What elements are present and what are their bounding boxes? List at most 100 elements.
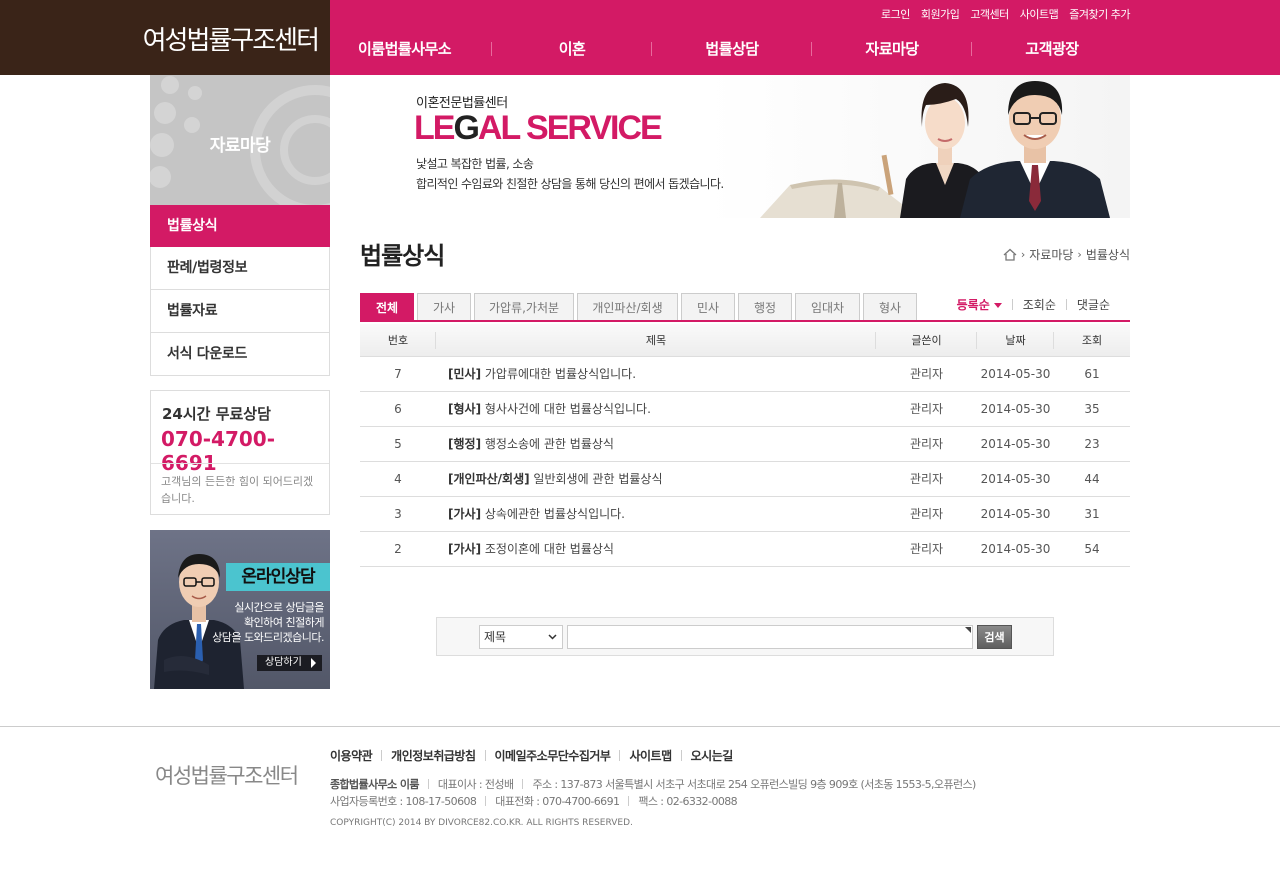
- cell-views: 61: [1084, 367, 1100, 381]
- sort-by-views[interactable]: 조회순: [1013, 296, 1066, 313]
- sidebar-item-legal-knowledge[interactable]: 법률상식: [150, 205, 330, 247]
- banner-title: LEGAL SERVICE: [414, 109, 663, 147]
- cell-date: 2014-05-30: [980, 472, 1051, 486]
- online-consult-banner[interactable]: 온라인상담 실시간으로 상담글을 확인하여 친절하게 상담을 도와드리겠습니다.…: [150, 530, 330, 689]
- search-button[interactable]: 검색: [977, 625, 1012, 649]
- cell-author: 관리자: [909, 507, 944, 521]
- nav-item-customer-plaza[interactable]: 고객광장: [972, 38, 1132, 59]
- footer-link-terms[interactable]: 이용약관: [330, 747, 381, 764]
- sort-by-comments[interactable]: 댓글순: [1067, 296, 1120, 313]
- online-consult-title: 온라인상담: [226, 563, 330, 591]
- open-book-icon: [760, 154, 920, 218]
- tab-category-2[interactable]: 가압류,가처분: [474, 293, 574, 322]
- cell-no: 3: [394, 507, 402, 521]
- post-title: 일반회생에 관한 법률상식: [533, 472, 663, 486]
- tab-category-1[interactable]: 가사: [417, 293, 471, 322]
- cell-no: 6: [394, 402, 402, 416]
- sidebar-menu: 법률상식 판례/법령정보 법률자료 서식 다운로드: [150, 205, 330, 376]
- sidebar-item-legal-materials[interactable]: 법률자료: [150, 290, 330, 333]
- sidebar-title-panel: 자료마당: [150, 75, 330, 205]
- post-category: [가사]: [448, 507, 482, 521]
- tab-category-0[interactable]: 전체: [360, 293, 414, 322]
- post-category: [가사]: [448, 542, 482, 556]
- cell-date: 2014-05-30: [980, 402, 1051, 416]
- consult-title: 24시간 무료상담: [162, 405, 271, 423]
- post-title-link[interactable]: [개인파산/회생] 일반회생에 관한 법률상식: [436, 462, 876, 496]
- sidebar-item-precedents[interactable]: 판례/법령정보: [150, 247, 330, 290]
- sort-by-date[interactable]: 등록순: [947, 296, 1012, 313]
- col-header-no: 번호: [360, 324, 436, 356]
- banner-desc-1: 낯설고 복잡한 법률, 소송: [416, 157, 534, 171]
- online-consult-desc: 실시간으로 상담글을 확인하여 친절하게 상담을 도와드리겠습니다.: [212, 601, 324, 644]
- nav-item-eroom[interactable]: 이룸법률사무소: [330, 38, 492, 59]
- footer-link-privacy[interactable]: 개인정보취급방침: [382, 747, 484, 764]
- banner-desc-2: 합리적인 수임료와 친절한 상담을 통해 당신의 편에서 돕겠습니다.: [416, 177, 724, 191]
- cell-author: 관리자: [909, 472, 944, 486]
- chevron-down-icon: [548, 634, 557, 640]
- footer-ceo: 대표이사 : 전성배: [437, 778, 514, 791]
- chevron-right-icon: ›: [1020, 248, 1026, 261]
- post-category: [형사]: [448, 402, 482, 416]
- tab-category-4[interactable]: 민사: [681, 293, 735, 322]
- cell-views: 23: [1084, 437, 1100, 451]
- tab-category-7[interactable]: 형사: [863, 293, 917, 322]
- customer-center-link[interactable]: 고객센터: [970, 6, 1009, 22]
- footer-info-line-1: 종합법률사무소 이룸 대표이사 : 전성배 주소 : 137-873 서울특별시…: [330, 776, 976, 792]
- utility-links: 로그인 회원가입 고객센터 사이트맵 즐겨찾기 추가: [881, 6, 1131, 22]
- cell-no: 5: [394, 437, 402, 451]
- arrow-right-icon: [311, 658, 316, 668]
- post-title: 조정이혼에 대한 법률상식: [484, 542, 614, 556]
- post-title-link[interactable]: [가사] 조정이혼에 대한 법률상식: [436, 532, 876, 566]
- tab-category-3[interactable]: 개인파산/회생: [577, 293, 678, 322]
- tab-category-5[interactable]: 행정: [738, 293, 792, 322]
- login-link[interactable]: 로그인: [881, 6, 910, 22]
- signup-link[interactable]: 회원가입: [921, 6, 960, 22]
- consult-desc: 고객님의 든든한 힘이 되어드리겠습니다.: [161, 475, 314, 505]
- footer-links: 이용약관 개인정보취급방침 이메일주소무단수집거부 사이트맵 오시는길: [330, 747, 742, 764]
- post-title-link[interactable]: [행정] 행정소송에 관한 법률상식: [436, 427, 876, 461]
- online-consult-button[interactable]: 상담하기: [257, 655, 322, 671]
- header-logo-area: 여성법률구조센터: [0, 0, 330, 75]
- cell-no: 7: [394, 367, 402, 381]
- sidebar-item-form-download[interactable]: 서식 다운로드: [150, 333, 330, 376]
- table-body: 7 [민사] 가압류에대한 법률상식입니다. 관리자 2014-05-30 61 6 [형사…: [360, 357, 1130, 567]
- footer-link-sitemap[interactable]: 사이트맵: [620, 747, 680, 764]
- footer-link-email-refusal[interactable]: 이메일주소무단수집거부: [486, 747, 620, 764]
- search-field-select[interactable]: 제목: [479, 625, 563, 649]
- col-header-subject: 제목: [436, 324, 876, 356]
- chevron-right-icon: ›: [1077, 248, 1082, 261]
- table-row: 3 [가사] 상속에관한 법률상식입니다. 관리자 2014-05-30 31: [360, 497, 1130, 532]
- cell-date: 2014-05-30: [980, 507, 1051, 521]
- post-title: 형사사건에 대한 법률상식입니다.: [484, 402, 651, 416]
- cell-views: 31: [1084, 507, 1100, 521]
- breadcrumb-item-resources[interactable]: 자료마당: [1029, 246, 1073, 263]
- table-row: 5 [행정] 행정소송에 관한 법률상식 관리자 2014-05-30 23: [360, 427, 1130, 462]
- table-row: 7 [민사] 가압류에대한 법률상식입니다. 관리자 2014-05-30 61: [360, 357, 1130, 392]
- cell-views: 54: [1084, 542, 1100, 556]
- nav-item-divorce[interactable]: 이혼: [492, 38, 652, 59]
- col-header-date: 날짜: [977, 324, 1054, 356]
- cell-date: 2014-05-30: [980, 367, 1051, 381]
- table-row: 6 [형사] 형사사건에 대한 법률상식입니다. 관리자 2014-05-30 35: [360, 392, 1130, 427]
- col-header-views: 조회: [1081, 334, 1103, 347]
- footer-link-directions[interactable]: 오시는길: [682, 747, 742, 764]
- breadcrumb-item-current[interactable]: 법률상식: [1086, 246, 1130, 263]
- tab-category-6[interactable]: 임대차: [795, 293, 860, 322]
- sidebar-title: 자료마당: [209, 136, 271, 156]
- add-bookmark-link[interactable]: 즐겨찾기 추가: [1069, 6, 1130, 22]
- nav-item-consult[interactable]: 법률상담: [652, 38, 812, 59]
- home-icon[interactable]: [1003, 248, 1017, 261]
- sort-options: 등록순 조회순 댓글순: [947, 296, 1120, 313]
- post-title-link[interactable]: [형사] 형사사건에 대한 법률상식입니다.: [436, 392, 876, 426]
- cell-author: 관리자: [909, 402, 944, 416]
- post-title-link[interactable]: [민사] 가압류에대한 법률상식입니다.: [436, 357, 876, 391]
- cell-author: 관리자: [909, 367, 944, 381]
- post-category: [개인파산/회생]: [448, 472, 530, 486]
- post-title-link[interactable]: [가사] 상속에관한 법률상식입니다.: [436, 497, 876, 531]
- nav-item-resources[interactable]: 자료마당: [812, 38, 972, 59]
- sitemap-link[interactable]: 사이트맵: [1020, 6, 1059, 22]
- site-logo[interactable]: 여성법률구조센터: [143, 20, 320, 57]
- footer-biz-no: 사업자등록번호 : 108-17-50608: [330, 795, 477, 808]
- lawyer-man-photo-icon: [960, 81, 1110, 218]
- search-input[interactable]: [567, 625, 973, 649]
